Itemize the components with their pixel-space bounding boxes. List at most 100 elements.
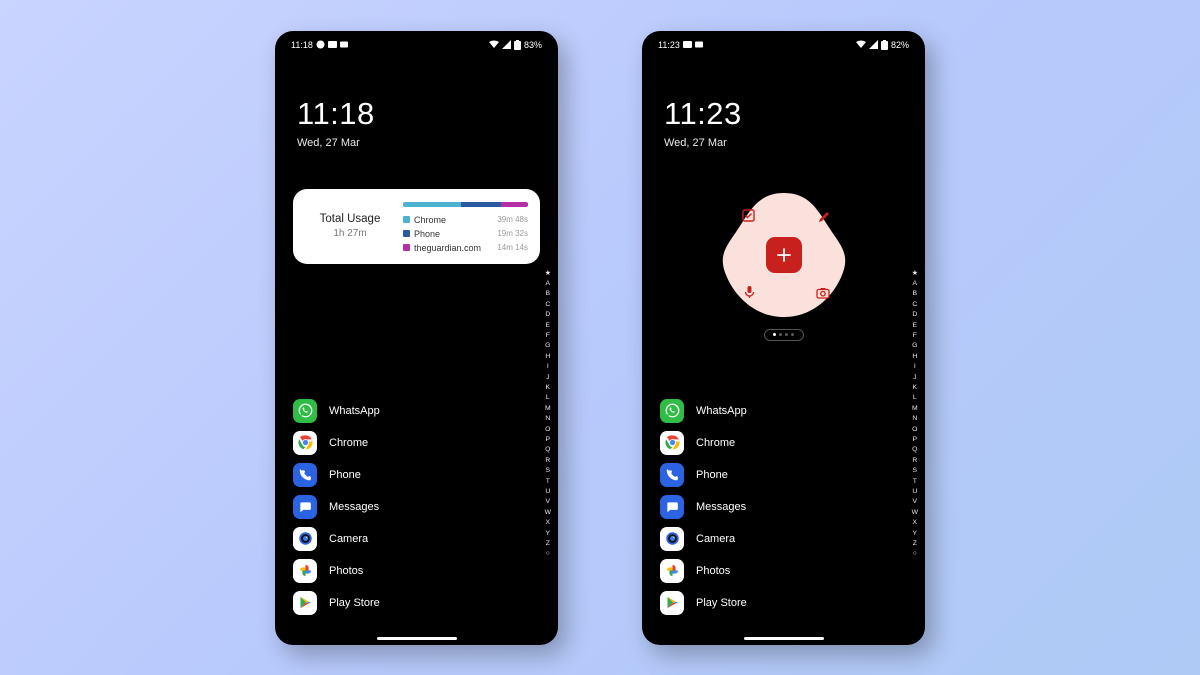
az-letter[interactable]: S [545, 466, 551, 476]
battery-percent: 83% [524, 40, 542, 50]
az-letter[interactable]: C [912, 300, 918, 310]
alpha-index[interactable]: ★ABCDEFGHIJKLMNOPQRSTUVWXYZ○ [545, 269, 551, 560]
app-whatsapp[interactable]: WhatsApp [660, 399, 747, 423]
widget-pager[interactable] [764, 329, 804, 341]
az-letter[interactable]: F [912, 331, 918, 341]
app-phone[interactable]: Phone [293, 463, 380, 487]
az-letter[interactable]: U [912, 487, 918, 497]
app-chrome[interactable]: Chrome [293, 431, 380, 455]
az-letter[interactable]: ★ [912, 269, 918, 279]
az-letter[interactable]: F [545, 331, 551, 341]
app-camera[interactable]: Camera [660, 527, 747, 551]
app-play[interactable]: Play Store [293, 591, 380, 615]
az-letter[interactable]: C [545, 300, 551, 310]
az-letter[interactable]: Y [545, 529, 551, 539]
az-letter[interactable]: ○ [545, 549, 551, 559]
az-letter[interactable]: X [912, 518, 918, 528]
app-list: WhatsApp Chrome Phone Messages Camera Photos P… [293, 399, 380, 615]
dw-bar-seg [501, 202, 529, 207]
az-letter[interactable]: R [545, 456, 551, 466]
az-letter[interactable]: Z [545, 539, 551, 549]
az-letter[interactable]: Q [912, 445, 918, 455]
app-photos[interactable]: Photos [293, 559, 380, 583]
az-letter[interactable]: S [912, 466, 918, 476]
az-letter[interactable]: W [545, 508, 551, 518]
app-chrome[interactable]: Chrome [660, 431, 747, 455]
az-letter[interactable]: D [545, 310, 551, 320]
status-bar: 11:23 82% [642, 31, 925, 50]
app-play[interactable]: Play Store [660, 591, 747, 615]
az-letter[interactable]: J [545, 373, 551, 383]
keep-add-button[interactable] [766, 237, 802, 273]
az-letter[interactable]: K [545, 383, 551, 393]
az-letter[interactable]: A [912, 279, 918, 289]
app-photos[interactable]: Photos [660, 559, 747, 583]
az-letter[interactable]: N [545, 414, 551, 424]
az-letter[interactable]: R [912, 456, 918, 466]
az-letter[interactable]: T [912, 477, 918, 487]
phone-right: 11:23 82% 11:23 Wed, 27 Mar [642, 31, 925, 645]
az-letter[interactable]: Z [912, 539, 918, 549]
az-letter[interactable]: W [912, 508, 918, 518]
alpha-index[interactable]: ★ABCDEFGHIJKLMNOPQRSTUVWXYZ○ [912, 269, 918, 560]
az-letter[interactable]: G [912, 341, 918, 351]
az-letter[interactable]: B [545, 289, 551, 299]
app-label: Chrome [329, 437, 368, 449]
battery-icon [881, 40, 888, 50]
az-letter[interactable]: E [912, 321, 918, 331]
app-label: Photos [329, 565, 363, 577]
az-letter[interactable]: N [912, 414, 918, 424]
digital-wellbeing-widget[interactable]: Total Usage 1h 27m Chrome39m 48s Phone19… [293, 189, 540, 264]
az-letter[interactable]: Q [545, 445, 551, 455]
az-letter[interactable]: I [545, 362, 551, 372]
az-letter[interactable]: O [545, 425, 551, 435]
az-letter[interactable]: L [912, 393, 918, 403]
pager-dot [785, 333, 788, 336]
app-camera[interactable]: Camera [293, 527, 380, 551]
az-letter[interactable]: E [545, 321, 551, 331]
home-indicator[interactable] [744, 637, 824, 640]
az-letter[interactable]: D [912, 310, 918, 320]
clock-widget[interactable]: 11:23 Wed, 27 Mar [642, 50, 925, 149]
az-letter[interactable]: J [912, 373, 918, 383]
az-letter[interactable]: P [912, 435, 918, 445]
pager-dot [773, 333, 776, 336]
az-letter[interactable]: V [545, 497, 551, 507]
az-letter[interactable]: G [545, 341, 551, 351]
az-letter[interactable]: Y [912, 529, 918, 539]
az-letter[interactable]: O [912, 425, 918, 435]
az-letter[interactable]: T [545, 477, 551, 487]
az-letter[interactable]: K [912, 383, 918, 393]
mic-icon[interactable] [744, 285, 755, 299]
az-letter[interactable]: U [545, 487, 551, 497]
az-letter[interactable]: M [912, 404, 918, 414]
app-messages[interactable]: Messages [293, 495, 380, 519]
home-indicator[interactable] [377, 637, 457, 640]
az-letter[interactable]: X [545, 518, 551, 528]
camera-icon[interactable] [816, 287, 830, 299]
az-letter[interactable]: I [912, 362, 918, 372]
az-letter[interactable]: H [545, 352, 551, 362]
dw-row: Phone19m 32s [403, 227, 528, 241]
app-whatsapp[interactable]: WhatsApp [293, 399, 380, 423]
az-letter[interactable]: L [545, 393, 551, 403]
az-letter[interactable]: V [912, 497, 918, 507]
app-messages[interactable]: Messages [660, 495, 747, 519]
checkbox-icon[interactable] [742, 209, 755, 222]
app-phone[interactable]: Phone [660, 463, 747, 487]
az-letter[interactable]: P [545, 435, 551, 445]
az-letter[interactable]: B [912, 289, 918, 299]
az-letter[interactable]: ○ [912, 549, 918, 559]
phone-left: 11:18 83% 11:18 Wed, 27 Mar Total Usage … [275, 31, 558, 645]
az-letter[interactable]: A [545, 279, 551, 289]
az-letter[interactable]: H [912, 352, 918, 362]
clock-widget[interactable]: 11:18 Wed, 27 Mar [275, 50, 558, 149]
notif-icon [695, 40, 704, 49]
app-label: Messages [329, 501, 379, 513]
keep-widget[interactable] [714, 189, 854, 321]
dw-bar-seg [461, 202, 501, 207]
az-letter[interactable]: ★ [545, 269, 551, 279]
az-letter[interactable]: M [545, 404, 551, 414]
pen-icon[interactable] [817, 211, 830, 224]
camera-icon [660, 527, 684, 551]
